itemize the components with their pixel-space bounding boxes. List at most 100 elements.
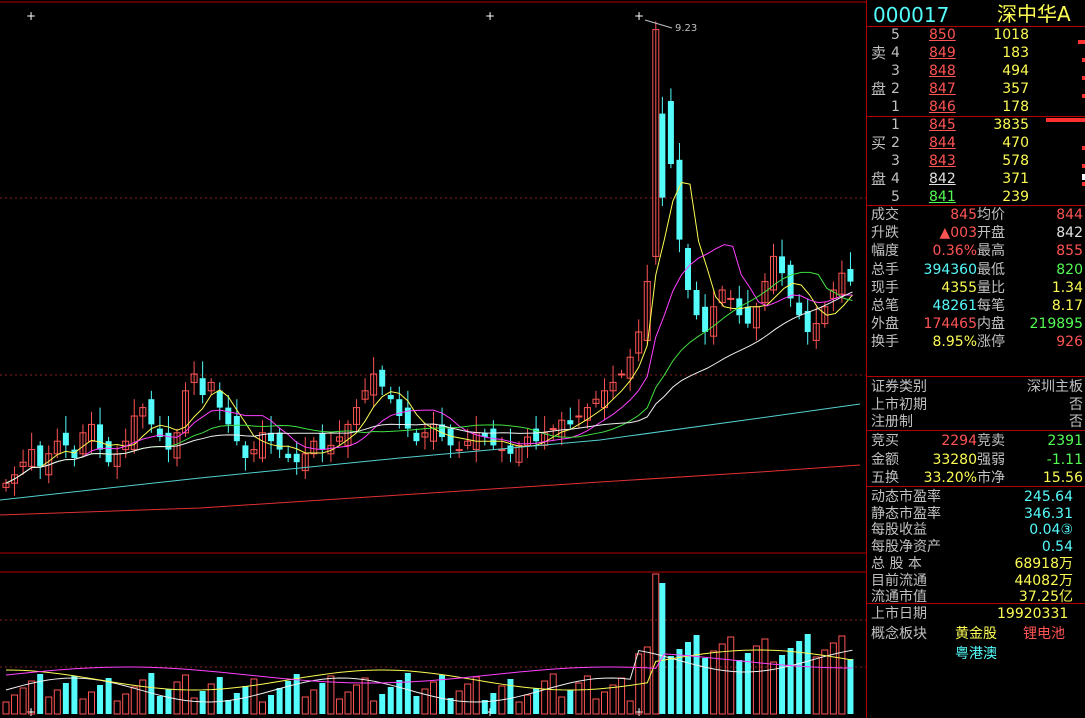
- stat-label: 开盘: [977, 225, 1005, 242]
- volume-bar-up: [464, 683, 472, 715]
- volume-bar-down: [105, 678, 112, 714]
- volume-bar-down: [319, 683, 326, 714]
- candle-body-down: [242, 445, 249, 458]
- candle-body-down: [199, 378, 206, 395]
- divider: [867, 603, 1085, 604]
- fundamental-value: 68918万: [1014, 555, 1073, 572]
- volume-bar-up: [190, 697, 198, 715]
- stat-label: 最低: [977, 261, 1005, 278]
- stat-label: 每笔: [977, 298, 1005, 314]
- volume-bar-up: [370, 700, 378, 715]
- orderbook-price: 850: [929, 27, 956, 43]
- candle-body-down: [693, 290, 700, 316]
- volume-bar-down: [37, 674, 44, 714]
- orderbook-price: 841: [929, 189, 956, 205]
- volume-bar-up: [609, 684, 617, 715]
- stat-value: 2294: [941, 433, 977, 449]
- volume-bar-up: [515, 701, 523, 715]
- volume-bar-up: [643, 646, 651, 715]
- volume-bar-up: [652, 573, 660, 715]
- orderbook-price: 844: [929, 135, 956, 151]
- marker-icon: +: [26, 9, 36, 23]
- stat-label: 内盘: [977, 316, 1005, 333]
- fundamental-label: 静态市盈率: [871, 505, 941, 522]
- fundamental-label: 目前流通: [871, 572, 927, 589]
- info-value: 否: [1069, 414, 1083, 430]
- candle-body-down: [293, 453, 300, 463]
- peak-pointer: [644, 19, 673, 29]
- candle-body-down: [37, 445, 44, 467]
- candle-body-up: [455, 449, 463, 452]
- info-label: 上市初期: [871, 396, 927, 413]
- candle-body-up: [549, 428, 557, 431]
- candle-body-down: [285, 453, 292, 458]
- orderbook-level-no: 2: [891, 135, 900, 151]
- orderbook-level-no: 1: [891, 99, 900, 115]
- stat-label: 金额: [871, 451, 899, 468]
- orderbook-volume: 494: [1002, 63, 1029, 79]
- candle-body-down: [379, 369, 386, 387]
- stat-label: 外盘: [871, 316, 899, 333]
- sell-label-2: 盘: [871, 80, 887, 98]
- volume-bar-down: [787, 648, 794, 714]
- volume-bar-down: [199, 691, 206, 714]
- listing-date-label: 上市日期: [871, 606, 927, 622]
- stat-label: 换手: [871, 334, 899, 351]
- stat-label: 最高: [977, 243, 1005, 260]
- fundamental-value: 0.04③: [1029, 522, 1073, 539]
- fundamental-label: 总 股 本: [871, 555, 922, 572]
- volume-bar-up: [113, 700, 121, 715]
- concept-tag[interactable]: 锂电池: [1023, 625, 1065, 643]
- volume-bar-up: [130, 686, 138, 715]
- candle-body-down: [667, 101, 674, 164]
- ma10-line: [5, 244, 853, 484]
- volume-bar-up: [344, 691, 352, 715]
- stat-value: 1.34: [1051, 279, 1083, 296]
- concept-tag[interactable]: 黄金股: [955, 625, 997, 643]
- candle-body-down: [216, 390, 223, 408]
- stat-value: 4355: [941, 279, 977, 296]
- orderbook-level-no: 3: [891, 153, 900, 169]
- volume-bar-down: [804, 634, 811, 714]
- concept-tag[interactable]: 粤港澳: [955, 645, 997, 663]
- ma5-line: [5, 181, 853, 484]
- candle-body-down: [702, 306, 709, 332]
- kline-chart[interactable]: + + ++ + +9.23: [0, 0, 866, 718]
- stat-value: 48261: [932, 298, 977, 314]
- volume-bar-up: [182, 674, 190, 715]
- marker-icon: +: [634, 9, 644, 23]
- stat-label: 现手: [871, 279, 899, 296]
- volume-bar-down: [736, 660, 743, 714]
- candle-body-down: [847, 269, 854, 282]
- volume-bar-down: [676, 649, 683, 714]
- candle-body-down: [97, 424, 104, 450]
- volume-bar-up: [2, 701, 10, 715]
- stat-value: 219895: [1029, 316, 1083, 333]
- orderbook-level-no: 5: [891, 27, 900, 43]
- stat-label: 强弱: [977, 451, 1005, 468]
- info-value: 否: [1069, 396, 1083, 413]
- quote-panel: 000017 深中华A 卖 盘 5 850 1018 4 849 183 3 848 494 2 8…: [866, 0, 1085, 718]
- volume-bar-down: [396, 680, 403, 714]
- volume-bar-down: [62, 683, 69, 714]
- volume-bar-up: [541, 680, 549, 715]
- fundamental-value: 44082万: [1014, 572, 1073, 589]
- candle-body-down: [787, 264, 794, 299]
- marker-icon: +: [485, 9, 495, 23]
- candle-body-down: [387, 395, 394, 400]
- candle-body-down: [796, 302, 803, 316]
- divider: [867, 486, 1085, 487]
- stat-label: 幅度: [871, 243, 899, 260]
- kline-chart-area[interactable]: + + + + + +9.23: [0, 0, 866, 718]
- stat-label: 市净: [977, 470, 1005, 486]
- candle-body-up: [618, 373, 626, 376]
- orderbook-volume: 3835: [993, 117, 1029, 133]
- orderbook-price: 842: [929, 171, 956, 187]
- info-value: 深圳主板: [1027, 379, 1083, 395]
- orderbook-level-no: 3: [891, 63, 900, 79]
- volume-bar-up: [575, 682, 583, 715]
- volume-bar-up: [558, 696, 566, 715]
- volume-bar-down: [276, 688, 283, 714]
- volume-bar-up: [838, 635, 846, 715]
- orderbook-price: 847: [929, 81, 956, 97]
